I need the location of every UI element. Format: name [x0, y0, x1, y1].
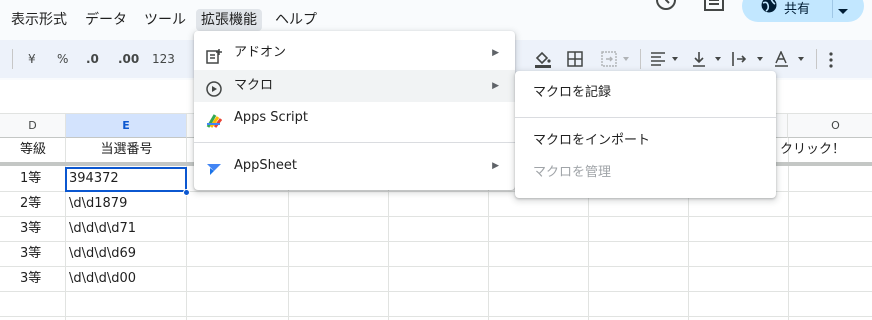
- decrease-decimal-button[interactable]: .0: [86, 40, 99, 78]
- menu-item-macros[interactable]: マクロ ▶: [194, 70, 515, 102]
- menu-item-appsheet[interactable]: AppSheet ▶: [194, 150, 515, 182]
- menu-item-import-macro[interactable]: マクロをインポート: [515, 125, 776, 157]
- menu-item-label: アドオン: [234, 45, 287, 60]
- menu-item-manage-macros: マクロを管理: [515, 157, 776, 189]
- share-divider: [832, 0, 833, 18]
- increase-decimal-button[interactable]: .00: [118, 40, 139, 78]
- share-button[interactable]: 共有: [742, 0, 864, 22]
- extensions-menu: アドオン ▶ マクロ ▶ Apps Script AppSheet ▶: [194, 31, 515, 190]
- menu-item-addons[interactable]: アドオン ▶: [194, 37, 515, 69]
- comment-icon[interactable]: [703, 0, 725, 18]
- selected-cell-outline: [65, 167, 187, 192]
- menu-item-apps-script[interactable]: Apps Script: [194, 102, 515, 134]
- column-header-d[interactable]: D: [0, 114, 66, 138]
- cell-grade[interactable]: 3等: [20, 217, 66, 241]
- text-wrapping-icon[interactable]: [731, 51, 765, 71]
- menu-extensions[interactable]: 拡張機能: [196, 9, 262, 31]
- cell-number[interactable]: \d\d\d\d69: [69, 242, 185, 266]
- apps-script-icon: [206, 110, 223, 128]
- submenu-arrow-icon: ▶: [492, 81, 499, 91]
- vertical-align-icon[interactable]: [691, 51, 723, 71]
- column-header-o[interactable]: O: [788, 114, 872, 138]
- cell-header-number[interactable]: 当選番号: [66, 138, 187, 162]
- play-circle-icon: [206, 78, 222, 97]
- fill-color-icon[interactable]: [534, 50, 552, 72]
- grid-line: [0, 291, 872, 292]
- cell-click-text[interactable]: クリック！: [780, 138, 872, 162]
- submenu-arrow-icon: ▶: [492, 48, 499, 58]
- grid-line: [0, 316, 872, 317]
- more-options-icon[interactable]: [828, 52, 834, 72]
- percent-format-button[interactable]: %: [57, 40, 68, 78]
- macro-submenu: マクロを記録 マクロをインポート マクロを管理: [515, 71, 776, 198]
- cell-number[interactable]: \d\d\d\d00: [69, 267, 185, 291]
- menu-tools[interactable]: ツール: [139, 9, 191, 31]
- menu-separator: [194, 142, 515, 143]
- cell-number[interactable]: \d\d1879: [69, 192, 185, 216]
- menu-item-label: マクロをインポート: [533, 133, 651, 148]
- menu-item-label: マクロ: [234, 78, 274, 93]
- cell-grade[interactable]: 2等: [20, 192, 66, 216]
- appsheet-icon: [206, 158, 222, 175]
- submenu-arrow-icon: ▶: [492, 161, 499, 171]
- cell-grade[interactable]: 3等: [20, 242, 66, 266]
- cell-number[interactable]: \d\d\d\d71: [69, 217, 185, 241]
- merge-cells-icon[interactable]: [601, 51, 631, 71]
- menu-data[interactable]: データ: [80, 9, 132, 31]
- globe-icon: [760, 0, 778, 18]
- menu-separator: [515, 117, 776, 118]
- share-label: 共有: [784, 2, 811, 17]
- menu-item-label: マクロを管理: [533, 165, 612, 180]
- fill-handle[interactable]: [183, 189, 190, 196]
- cell-header-grade[interactable]: 等級: [0, 138, 66, 162]
- horizontal-align-icon[interactable]: [650, 52, 680, 70]
- cell-grade[interactable]: 1等: [20, 167, 66, 191]
- column-header-e[interactable]: E: [66, 114, 187, 138]
- menu-help[interactable]: ヘルプ: [270, 9, 322, 31]
- cell-grade[interactable]: 3等: [20, 267, 66, 291]
- addon-icon: [206, 45, 222, 64]
- history-icon[interactable]: [654, 0, 678, 20]
- menu-item-label: Apps Script: [234, 110, 309, 125]
- menu-format[interactable]: 表示形式: [6, 9, 72, 31]
- currency-format-button[interactable]: ¥: [28, 40, 36, 78]
- menu-item-label: AppSheet: [234, 158, 297, 173]
- number-format-button[interactable]: 123: [152, 40, 175, 78]
- toolbar-divider: [640, 49, 641, 69]
- menu-item-record-macro[interactable]: マクロを記録: [515, 77, 776, 109]
- menu-item-label: マクロを記録: [533, 85, 612, 100]
- borders-icon[interactable]: [567, 51, 583, 71]
- share-dropdown-icon[interactable]: [838, 4, 848, 19]
- toolbar-divider: [816, 49, 817, 69]
- toolbar-divider: [12, 49, 13, 69]
- text-rotation-icon[interactable]: [774, 50, 806, 71]
